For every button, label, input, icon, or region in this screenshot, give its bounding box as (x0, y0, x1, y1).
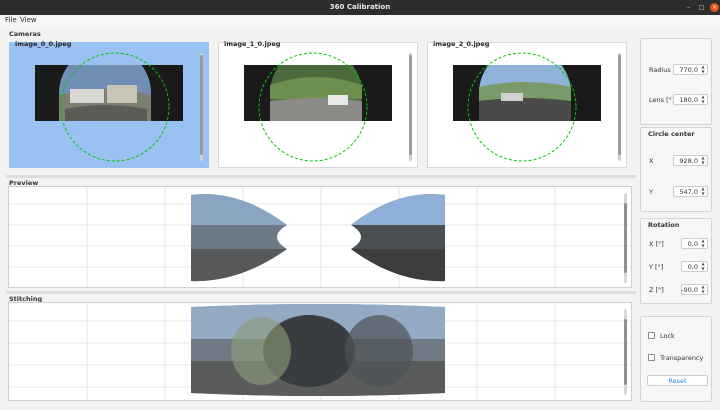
window-title: 360 Calibration (329, 3, 391, 11)
rotation-z-value: -90,0 (681, 286, 698, 294)
camera-name: image_1_0.jpeg (224, 40, 281, 48)
menu-file[interactable]: File (5, 16, 17, 24)
rotation-y-spinbox[interactable]: 0,0 ▲ ▼ (681, 261, 708, 272)
camera-name: image_0_0.jpeg (15, 40, 72, 48)
stitching-scrollbar[interactable] (624, 309, 627, 395)
maximize-icon[interactable]: □ (697, 3, 706, 12)
cameras-panel: image_0_0.jpeg image_1_0.jpeg image_2_0.… (6, 38, 636, 171)
rotation-x-spinbox[interactable]: 0,0 ▲ ▼ (681, 238, 708, 249)
spin-arrows-icon[interactable]: ▲ ▼ (700, 155, 706, 165)
stitching-canvas (9, 303, 631, 400)
center-y-value: 547,0 (679, 188, 698, 196)
spin-arrows-icon[interactable]: ▲ ▼ (700, 94, 706, 104)
lens-circle-overlay (258, 52, 368, 162)
spin-arrows-icon[interactable]: ▲ ▼ (700, 186, 706, 196)
splitter-handle[interactable] (6, 175, 636, 178)
circle-center-group: Circle center X 928,0 ▲ ▼ Y 547,0 ▲ ▼ (640, 127, 712, 212)
camera-scrollbar[interactable] (200, 53, 203, 161)
rotation-x-value: 0,0 (687, 240, 698, 248)
splitter-handle[interactable] (6, 291, 636, 294)
radius-value: 770,0 (679, 66, 698, 74)
center-y-label: Y (649, 188, 653, 196)
center-x-label: X (649, 157, 654, 165)
rotation-group: Rotation X [°] 0,0 ▲ ▼ Y [°] 0,0 ▲ ▼ Z [°]… (640, 218, 712, 304)
rotation-y-label: Y [°] (649, 263, 664, 271)
spin-arrows-icon[interactable]: ▲ ▼ (700, 261, 706, 271)
lock-label: Lock (660, 332, 675, 340)
preview-view[interactable] (8, 186, 632, 288)
rotation-z-spinbox[interactable]: -90,0 ▲ ▼ (681, 284, 708, 295)
lens-circle-overlay (60, 52, 170, 162)
radius-spinbox[interactable]: 770,0 ▲ ▼ (673, 64, 708, 75)
transparency-label: Transparency (660, 354, 704, 362)
title-bar: 360 Calibration – □ × (0, 0, 720, 15)
transparency-checkbox[interactable] (648, 354, 655, 361)
menu-bar: File View (0, 15, 720, 26)
preview-canvas (9, 187, 631, 287)
spin-arrows-icon[interactable]: ▲ ▼ (700, 284, 706, 294)
center-x-value: 928,0 (679, 157, 698, 165)
center-x-spinbox[interactable]: 928,0 ▲ ▼ (673, 155, 708, 166)
rotation-z-label: Z [°] (649, 286, 664, 294)
camera-name: image_2_0.jpeg (433, 40, 490, 48)
camera-item-0[interactable]: image_0_0.jpeg (9, 40, 209, 168)
camera-scrollbar[interactable] (409, 53, 412, 161)
spin-arrows-icon[interactable]: ▲ ▼ (700, 238, 706, 248)
menu-view[interactable]: View (20, 16, 37, 24)
reset-button[interactable]: Reset (647, 375, 708, 386)
lens-value: 180,0 (679, 96, 698, 104)
minimize-icon[interactable]: – (684, 3, 693, 12)
lens-circle-overlay (467, 52, 577, 162)
camera-scrollbar[interactable] (618, 53, 621, 161)
rotation-y-value: 0,0 (687, 263, 698, 271)
stitching-view[interactable] (8, 302, 632, 401)
circle-center-title: Circle center (648, 130, 695, 138)
options-group: Lock Transparency Reset (640, 316, 712, 402)
center-y-spinbox[interactable]: 547,0 ▲ ▼ (673, 186, 708, 197)
preview-scrollbar[interactable] (624, 193, 627, 283)
camera-item-2[interactable]: image_2_0.jpeg (427, 40, 627, 168)
lens-group: Radius 770,0 ▲ ▼ Lens [°] 180,0 ▲ ▼ (640, 38, 712, 125)
camera-item-1[interactable]: image_1_0.jpeg (218, 40, 418, 168)
radius-label: Radius (649, 66, 671, 74)
lock-checkbox[interactable] (648, 332, 655, 339)
rotation-x-label: X [°] (649, 240, 664, 248)
rotation-title: Rotation (648, 221, 680, 229)
spin-arrows-icon[interactable]: ▲ ▼ (700, 64, 706, 74)
lens-label: Lens [°] (649, 96, 675, 104)
close-icon[interactable]: × (710, 3, 719, 12)
lens-spinbox[interactable]: 180,0 ▲ ▼ (673, 94, 708, 105)
cameras-label: Cameras (9, 30, 41, 38)
